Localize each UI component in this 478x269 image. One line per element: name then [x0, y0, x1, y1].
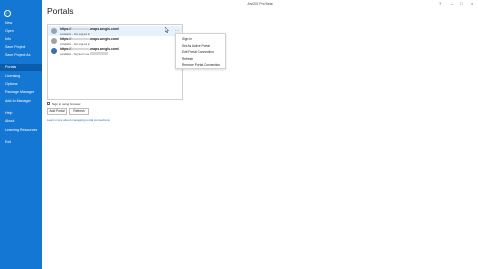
redacted-text — [89, 52, 108, 56]
sidebar-item-options[interactable]: Options — [0, 81, 42, 88]
sidebar-item-save-project[interactable]: Save Project — [0, 44, 42, 51]
portal-list: https:// .maps.arcgis.com/ Available - No… — [47, 24, 183, 100]
window-title: ArcGIS Pro Beta — [247, 2, 273, 6]
portal-url-prefix: https:// — [60, 37, 72, 41]
sign-in-browser-label: Sign in using browser — [52, 101, 81, 106]
sidebar-item-save-project-as[interactable]: Save Project As — [0, 52, 42, 59]
sidebar-item-open[interactable]: Open — [0, 28, 42, 35]
minimize-icon[interactable]: – — [451, 1, 453, 6]
sidebar-item-help[interactable]: Help — [0, 110, 42, 117]
sidebar-item-add-in-manager[interactable]: Add-In Manager — [0, 98, 42, 105]
menu-item-edit-portal-connection[interactable]: Edit Portal Connection — [182, 50, 214, 54]
menu-item-sign-in[interactable]: Sign in — [182, 37, 192, 41]
close-icon[interactable]: × — [471, 1, 473, 6]
sidebar-item-info[interactable]: Info — [0, 36, 42, 43]
portal-globe-icon — [51, 28, 57, 34]
portal-url-suffix: .maps.arcgis.com/ — [89, 27, 119, 31]
portal-row[interactable]: https:// .maps.arcgis.com/ Available - No… — [48, 36, 182, 46]
portal-url: https:// .maps.arcgis.com/ — [60, 27, 119, 31]
redacted-text — [71, 47, 90, 51]
add-portal-button[interactable]: Add Portal — [47, 108, 67, 115]
portal-row[interactable]: https:// .maps.arcgis.com/ Available - No… — [48, 26, 182, 36]
sidebar-item-exit[interactable]: Exit — [0, 139, 42, 146]
sign-in-browser-checkbox[interactable] — [47, 102, 50, 105]
maximize-icon[interactable]: □ — [460, 1, 462, 6]
portal-status-prefix: Available - Signed in as — [60, 51, 90, 56]
portal-context-menu: Sign in Set As Active Portal Edit Portal… — [175, 33, 226, 69]
portal-url-suffix: .maps.arcgis.com/ — [89, 37, 119, 41]
active-portal-icon — [51, 48, 57, 54]
page-title: Portals — [47, 6, 74, 16]
portal-globe-icon — [51, 38, 57, 44]
menu-item-remove-portal-connection[interactable]: Remove Portal Connection — [182, 63, 220, 67]
portal-url-suffix: .maps.arcgis.com/ — [89, 47, 119, 51]
portal-status: Available - Signed in as — [60, 52, 108, 56]
learn-more-link[interactable]: Learn more about managing portal connect… — [47, 118, 110, 122]
sidebar-item-portals[interactable]: Portals — [0, 64, 42, 71]
portal-url-prefix: https:// — [60, 27, 72, 31]
sidebar-item-licensing[interactable]: Licensing — [0, 73, 42, 80]
app-window: ← New Open Info Save Project Save Projec… — [0, 0, 478, 269]
sidebar-item-package-manager[interactable]: Package Manager — [0, 89, 42, 96]
mouse-cursor-icon — [165, 27, 169, 33]
refresh-button[interactable]: Refresh — [69, 108, 89, 115]
help-icon[interactable]: ? — [439, 1, 441, 6]
portal-status: Available - Not signed in — [60, 41, 91, 46]
back-arrow-icon[interactable]: ← — [4, 10, 11, 17]
portal-row[interactable]: https:// .maps.arcgis.com/ Available - Si… — [48, 46, 182, 56]
menu-item-set-active-portal[interactable]: Set As Active Portal — [182, 44, 210, 48]
portal-url: https:// .maps.arcgis.com/ — [60, 37, 119, 41]
portal-url-prefix: https:// — [60, 47, 72, 51]
sidebar-item-about[interactable]: About — [0, 118, 42, 125]
title-bar: ArcGIS Pro Beta ? – □ × — [42, 0, 478, 8]
portal-status: Available - Not signed in — [60, 31, 91, 36]
redacted-text — [71, 27, 90, 31]
menu-item-refresh[interactable]: Refresh — [182, 57, 193, 61]
redacted-text — [71, 37, 90, 41]
sidebar-item-learning-resources[interactable]: Learning Resources — [0, 127, 42, 134]
portal-url: https:// .maps.arcgis.com/ — [60, 47, 119, 51]
backstage-sidebar: ← New Open Info Save Project Save Projec… — [0, 0, 42, 269]
sidebar-item-new[interactable]: New — [0, 20, 42, 27]
